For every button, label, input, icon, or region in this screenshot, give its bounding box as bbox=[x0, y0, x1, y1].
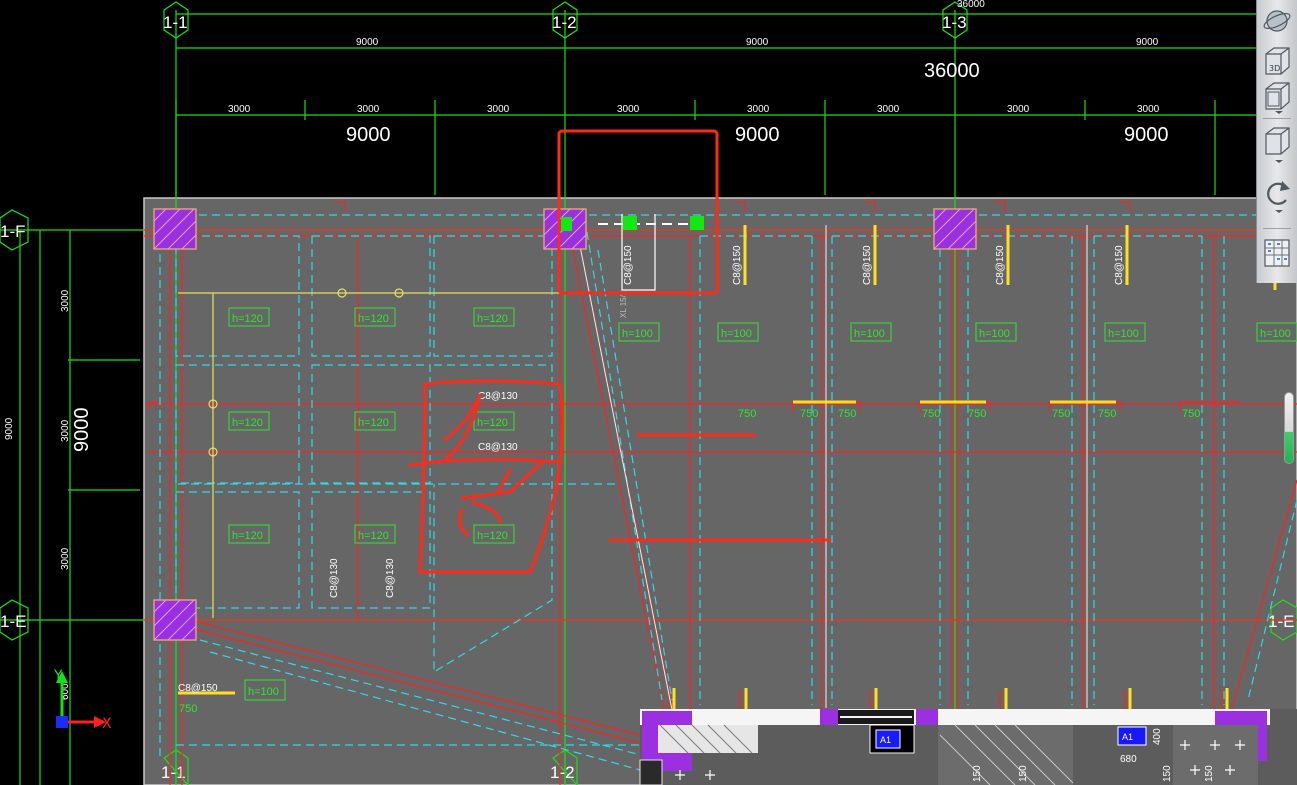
h100-label-2: h=100 bbox=[721, 328, 752, 340]
dim-750-e: 750 bbox=[968, 408, 986, 420]
h100-label-7: h=100 bbox=[248, 686, 279, 698]
dim-3000-1: 3000 bbox=[228, 104, 251, 115]
rebar-c8-130-c: C8@130 bbox=[329, 558, 340, 598]
dim-36000: 36000 bbox=[924, 60, 980, 82]
view-3d-text: 3D bbox=[1269, 64, 1280, 73]
axis-label-1-3: 1-3 bbox=[942, 13, 967, 32]
h120-label-9: h=120 bbox=[477, 530, 508, 542]
dim-bay-9000-a: 9000 bbox=[346, 124, 391, 146]
dim-left-3000-b: 3000 bbox=[60, 419, 71, 442]
dim-3000-4: 3000 bbox=[617, 104, 640, 115]
h100-label-4: h=100 bbox=[979, 328, 1010, 340]
rebar-c8-150-a: C8@150 bbox=[732, 245, 743, 285]
rebar-c8-150-c: C8@150 bbox=[995, 245, 1006, 285]
rebar-c8-130-d: C8@130 bbox=[385, 558, 396, 598]
h120-label-4: h=120 bbox=[232, 417, 263, 429]
dim-overall-top: 36000 bbox=[957, 0, 985, 10]
dim-750-a: 750 bbox=[738, 408, 756, 420]
rebar-c8-130-a: C8@130 bbox=[478, 391, 518, 402]
layer-grid-button[interactable] bbox=[1260, 236, 1294, 270]
dim-bay-9000-c: 9000 bbox=[1124, 124, 1169, 146]
dim-750-g: 750 bbox=[1098, 408, 1116, 420]
view-3d-icon: 3D bbox=[1265, 47, 1290, 75]
dim-left-outer-9000: 9000 bbox=[4, 417, 15, 440]
dim-680: 680 bbox=[1120, 754, 1137, 765]
navigation-bar: 3D bbox=[1256, 0, 1297, 283]
dim-9000-a: 9000 bbox=[356, 37, 379, 48]
axis-label-1-f: 1-F bbox=[0, 222, 26, 241]
rotate-button[interactable] bbox=[1260, 178, 1294, 213]
ucs-y-label: Y bbox=[53, 668, 63, 684]
orbit-icon bbox=[1263, 10, 1291, 32]
h100-label-1: h=100 bbox=[622, 328, 653, 340]
h120-label-3: h=120 bbox=[477, 313, 508, 325]
axis-label-1-e: 1-E bbox=[0, 612, 26, 631]
dim-3000-3: 3000 bbox=[487, 104, 510, 115]
zoom-slider-thumb[interactable] bbox=[1284, 392, 1294, 464]
dim-3000-8: 3000 bbox=[1137, 104, 1160, 115]
h100-label-6: h=100 bbox=[1260, 328, 1291, 340]
misc-150-d: 150 bbox=[1204, 765, 1215, 782]
view-3d-button[interactable]: 3D bbox=[1260, 44, 1294, 78]
dim-3000-2: 3000 bbox=[357, 104, 380, 115]
rebar-c8-150-d: C8@150 bbox=[1114, 245, 1125, 285]
h120-label-5: h=120 bbox=[358, 417, 389, 429]
dim-750-c: 750 bbox=[838, 408, 856, 420]
h100-label-3: h=100 bbox=[854, 328, 885, 340]
h100-label-5: h=100 bbox=[1108, 328, 1139, 340]
misc-150-a: 150 bbox=[972, 765, 983, 782]
dim-750-d: 750 bbox=[922, 408, 940, 420]
layer-grid-icon bbox=[1264, 239, 1290, 267]
h120-label-1: h=120 bbox=[232, 313, 263, 325]
box-a1-b: A1 bbox=[880, 735, 891, 745]
axis-label-1-1: 1-1 bbox=[163, 13, 188, 32]
dim-3000-5: 3000 bbox=[747, 104, 770, 115]
nav-separator bbox=[1263, 228, 1291, 229]
misc-150-b: 150 bbox=[1018, 765, 1029, 782]
refresh-rotate-icon bbox=[1267, 181, 1290, 213]
axis-label-1-2-bottom: 1-2 bbox=[550, 763, 575, 782]
dim-750-b: 750 bbox=[800, 408, 818, 420]
view-cube-front-icon bbox=[1265, 82, 1290, 114]
drawing-canvas[interactable]: 1-1 1-2 1-3 1-F 1-E 1-E 1-1 1-2 1-3 3600… bbox=[0, 0, 1297, 785]
dim-left-3000-c: 3000 bbox=[60, 547, 71, 570]
orbit-button[interactable] bbox=[1260, 4, 1294, 38]
h120-label-7: h=120 bbox=[232, 530, 263, 542]
dim-3000-6: 3000 bbox=[877, 104, 900, 115]
rebar-c8-150-f: C8@150 bbox=[178, 683, 218, 694]
rebar-c8-130-b: C8@130 bbox=[478, 442, 518, 453]
dim-9000-b: 9000 bbox=[746, 37, 769, 48]
rebar-c8-150-b: C8@150 bbox=[862, 245, 873, 285]
ucs-x-label: X bbox=[102, 716, 112, 732]
dim-750-f: 750 bbox=[1052, 408, 1070, 420]
box-a1: A1 bbox=[1122, 732, 1133, 742]
dim-3000-7: 3000 bbox=[1007, 104, 1030, 115]
rebar-c8-150-e: C8@150 bbox=[623, 245, 634, 285]
misc-150-c: 150 bbox=[1162, 765, 1173, 782]
nav-separator bbox=[1263, 118, 1291, 119]
h120-label-6: h=120 bbox=[477, 417, 508, 429]
axis-label-1-2: 1-2 bbox=[552, 13, 577, 32]
dim-bay-9000-b: 9000 bbox=[735, 124, 780, 146]
dim-9000-c: 9000 bbox=[1136, 37, 1159, 48]
view-cube-icon bbox=[1265, 127, 1290, 163]
view-front-button[interactable] bbox=[1260, 80, 1294, 114]
dim-400: 400 bbox=[1152, 728, 1163, 745]
h120-label-8: h=120 bbox=[358, 530, 389, 542]
dim-750-h: 750 bbox=[1182, 408, 1200, 420]
bottom-wall bbox=[639, 709, 1297, 785]
h120-label-2: h=120 bbox=[358, 313, 389, 325]
ucs-icon: Y X bbox=[53, 668, 112, 732]
dim-left-3000-a: 3000 bbox=[60, 289, 71, 312]
cad-viewport[interactable]: 1-1 1-2 1-3 1-F 1-E 1-E 1-1 1-2 1-3 3600… bbox=[0, 0, 1297, 785]
dim-left-9000: 9000 bbox=[71, 408, 93, 453]
view-cube-button[interactable] bbox=[1260, 127, 1294, 163]
dim-750-i: 750 bbox=[179, 703, 197, 715]
axis-label-1-e-right: 1-E bbox=[1268, 612, 1294, 631]
